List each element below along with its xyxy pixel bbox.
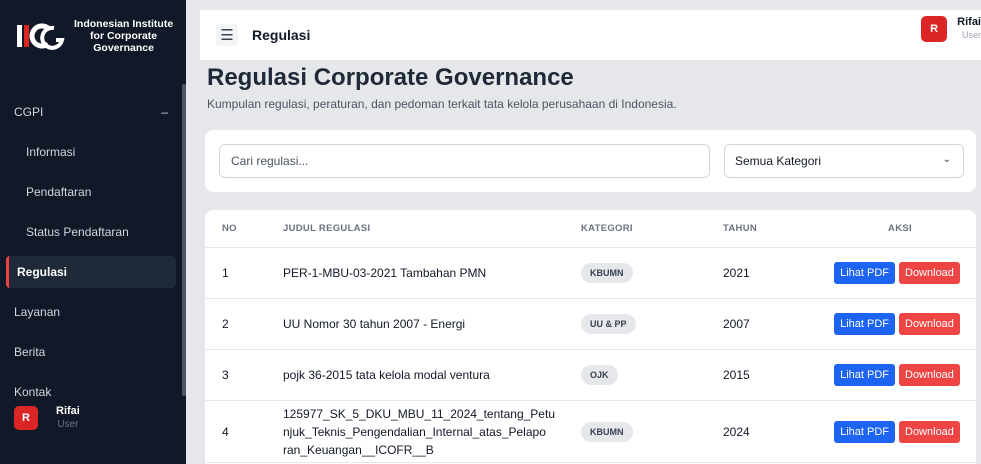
page-subtitle: Kumpulan regulasi, peraturan, dan pedoma… [207,97,677,111]
avatar: R [921,16,948,42]
table-row: 2 UU Nomor 30 tahun 2007 - Energi UU & P… [205,299,976,350]
row-title: pojk 36-2015 tata kelola modal ventura [283,368,490,382]
regulation-table: NO JUDUL REGULASI KATEGORI TAHUN AKSI 1 … [205,210,976,464]
sidebar-item-status-pendaftaran[interactable]: Status Pendaftaran [0,212,186,252]
sidebar-user[interactable]: R Rifai User [14,404,80,432]
sidebar: Indonesian Institute for Corporate Gover… [0,0,186,464]
row-year: 2015 [723,368,750,382]
download-button[interactable]: Download [899,313,960,335]
column-header-category: KATEGORI [581,223,633,234]
sidebar-user-name: Rifai [56,405,80,417]
category-badge: KBUMN [581,263,633,283]
table-header: NO JUDUL REGULASI KATEGORI TAHUN AKSI [205,210,976,248]
view-pdf-button[interactable]: Lihat PDF [834,262,895,284]
brand-name-line1: Indonesian Institute [74,18,174,30]
category-select[interactable]: Semua Kategori ⌄ [724,144,964,178]
row-title: PER-1-MBU-03-2021 Tambahan PMN [283,266,487,280]
sidebar-item-layanan[interactable]: Layanan [0,292,186,332]
view-pdf-button[interactable]: Lihat PDF [834,313,895,335]
column-header-title: JUDUL REGULASI [283,222,371,234]
brand-name-line2: for Corporate [90,30,158,42]
brand-name-line3: Governance [93,42,154,54]
header-user-name: Rifai [957,16,981,28]
category-badge: UU & PP [581,314,636,334]
view-pdf-button[interactable]: Lihat PDF [834,364,895,386]
sidebar-item-informasi[interactable]: Informasi [0,132,186,172]
download-button[interactable]: Download [899,364,960,386]
sidebar-nav: CGPI – Informasi Pendaftaran Status Pend… [0,92,186,412]
table-row: 4 125977_SK_5_DKU_MBU_11_2024_tentang_Pe… [205,401,976,463]
menu-icon[interactable]: ☰ [216,24,238,46]
row-title-line: ran_Keuangan__ICOFR__B [283,442,434,457]
row-title: 125977_SK_5_DKU_MBU_11_2024_tentang_Petu… [283,405,581,459]
sidebar-item-pendaftaran[interactable]: Pendaftaran [0,172,186,212]
column-header-no: NO [222,223,237,234]
iicg-logo [16,21,66,51]
row-no: 4 [222,424,229,439]
row-no: 2 [222,317,229,331]
download-button[interactable]: Download [899,420,960,443]
sidebar-group-cgpi[interactable]: CGPI – [0,92,186,132]
sidebar-item-berita[interactable]: Berita [0,332,186,372]
sidebar-group-label: CGPI [14,105,44,119]
row-title-line: njuk_Teknis_Pengendalian_Internal_atas_P… [283,424,546,439]
category-badge: OJK [581,365,618,385]
column-header-year: TAHUN [723,223,758,234]
brand[interactable]: Indonesian Institute for Corporate Gover… [0,0,186,72]
search-input[interactable] [219,144,710,178]
row-title: UU Nomor 30 tahun 2007 - Energi [283,317,466,331]
row-year: 2007 [723,317,750,331]
filter-card: Semua Kategori ⌄ [205,130,976,192]
header-title: Regulasi [252,27,311,43]
row-year: 2021 [723,266,750,280]
category-badge: KBUMN [581,421,633,442]
row-no: 3 [222,368,229,382]
category-select-value: Semua Kategori [735,154,822,168]
chevron-down-icon: ⌄ [942,154,951,165]
header-user-role: User [961,30,981,40]
download-button[interactable]: Download [899,262,960,284]
avatar: R [14,406,38,430]
row-year: 2024 [723,424,750,439]
sidebar-item-regulasi[interactable]: Regulasi [6,256,176,288]
view-pdf-button[interactable]: Lihat PDF [834,420,895,443]
table-row: 1 PER-1-MBU-03-2021 Tambahan PMN KBUMN 2… [205,248,976,299]
top-header: ☰ Regulasi R Rifai User [200,10,981,60]
header-user[interactable]: R Rifai User [921,16,981,42]
page-title: Regulasi Corporate Governance [207,64,574,91]
sidebar-user-role: User [57,419,79,430]
row-title-line: 125977_SK_5_DKU_MBU_11_2024_tentang_Petu [283,406,555,421]
row-no: 1 [222,266,229,280]
column-header-action: AKSI [888,223,912,234]
brand-name: Indonesian Institute for Corporate Gover… [74,18,173,54]
table-row: 3 pojk 36-2015 tata kelola modal ventura… [205,350,976,401]
sidebar-scrollbar[interactable] [182,84,186,396]
collapse-icon[interactable]: – [161,105,168,119]
